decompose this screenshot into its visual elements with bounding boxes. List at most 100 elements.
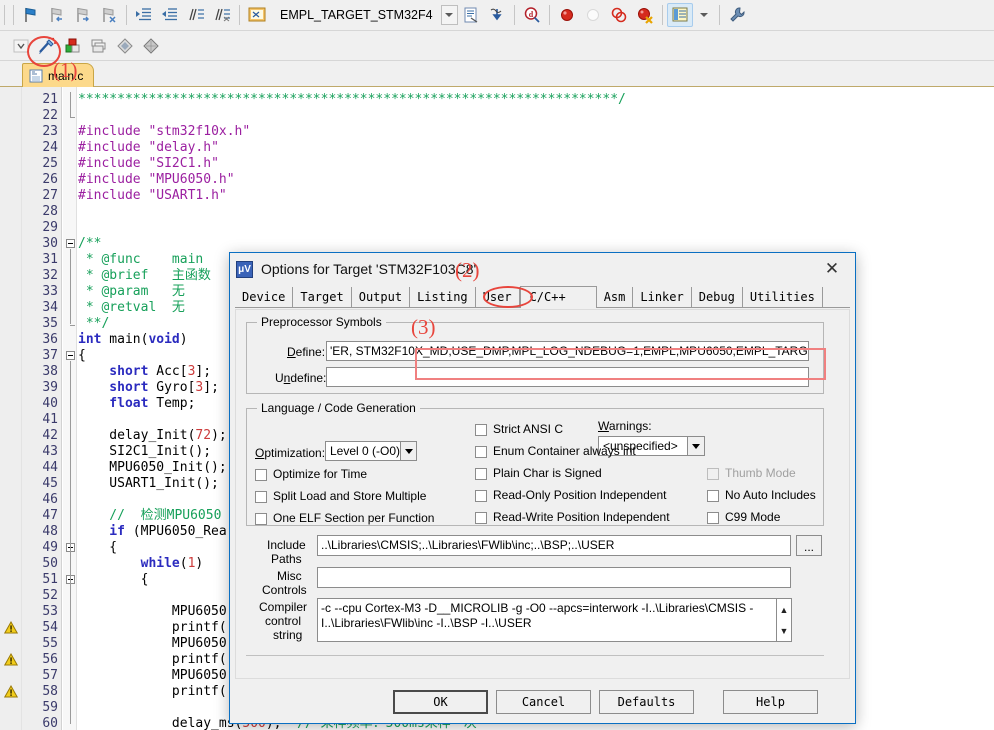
uncomment-icon[interactable] (209, 3, 235, 27)
scroll-up-icon[interactable]: ▲ (777, 599, 791, 620)
code-line[interactable]: SI2C1_Init(); (78, 444, 211, 460)
cancel-button[interactable]: Cancel (496, 690, 591, 714)
chevron-down-icon[interactable] (440, 5, 458, 25)
fold-toggle-icon[interactable] (66, 351, 75, 360)
code-token: ) (195, 556, 204, 571)
code-line[interactable]: * @retval 无 (78, 300, 185, 316)
optimization-select[interactable]: Level 0 (-O0) (325, 441, 417, 461)
indent-left-icon[interactable] (157, 3, 183, 27)
target-selector[interactable]: EMPL_TARGET_STM32F4 (274, 4, 458, 26)
code-line[interactable]: * @param 无 (78, 284, 185, 300)
language-col1-checkbox-0[interactable] (255, 469, 267, 481)
code-line[interactable]: /** (78, 236, 101, 252)
language-col1-checkbox-1[interactable] (255, 491, 267, 503)
bookmark-toggle-icon[interactable] (18, 3, 44, 27)
dialog-tab-utilities[interactable]: Utilities (742, 287, 823, 307)
misc-controls-input[interactable] (317, 567, 791, 588)
dialog-tab-device[interactable]: Device (235, 287, 294, 307)
language-col2-checkbox-1[interactable] (475, 446, 487, 458)
code-line[interactable]: // 检测MPU6050 (78, 508, 221, 524)
code-line[interactable]: #include "MPU6050.h" (78, 172, 235, 188)
target-options-icon[interactable] (244, 3, 270, 27)
dialog-tab-linker[interactable]: Linker (633, 287, 692, 307)
code-line[interactable]: printf( (78, 652, 227, 668)
fold-toggle-icon[interactable] (66, 239, 75, 248)
code-line[interactable]: float Temp; (78, 396, 195, 412)
scroll-down-icon[interactable]: ▼ (777, 620, 791, 641)
code-line[interactable]: #include "delay.h" (78, 140, 219, 156)
breakpoint-kill-all-icon[interactable] (632, 3, 658, 27)
comment-icon[interactable] (183, 3, 209, 27)
dialog-tab-target[interactable]: Target (293, 287, 352, 307)
dialog-title-bar[interactable]: μV Options for Target 'STM32F103C8' ✕ (230, 253, 855, 285)
close-icon[interactable]: ✕ (815, 256, 849, 282)
rebuild-icon[interactable] (138, 34, 164, 58)
project-window-icon[interactable] (666, 3, 693, 27)
defaults-button[interactable]: Defaults (599, 690, 694, 714)
dialog-tab-output[interactable]: Output (351, 287, 411, 307)
code-line[interactable]: { (78, 348, 86, 364)
ok-button[interactable]: OK (393, 690, 488, 714)
code-line[interactable]: * @func main (78, 252, 203, 268)
code-line[interactable]: ****************************************… (78, 92, 626, 108)
project-window-dropdown-icon[interactable] (693, 3, 715, 27)
wrench-icon[interactable] (724, 3, 750, 27)
language-col2-checkbox-2[interactable] (475, 468, 487, 480)
language-col2-checkbox-0[interactable] (475, 424, 487, 436)
language-col3-checkbox-1[interactable] (707, 490, 719, 502)
breakpoint-disable-all-icon[interactable] (606, 3, 632, 27)
code-token: delay_Init( (78, 428, 196, 443)
include-paths-browse-button[interactable]: ... (796, 535, 822, 556)
code-line[interactable]: { (78, 540, 117, 556)
document-tab-strip: main.c (0, 61, 994, 87)
svg-text:d: d (528, 10, 533, 19)
configuration-wizard-icon[interactable] (484, 3, 510, 27)
manage-components-icon[interactable] (458, 3, 484, 27)
breakpoint-insert-icon[interactable] (554, 3, 580, 27)
code-line[interactable]: { (78, 572, 149, 588)
code-line[interactable]: #include "USART1.h" (78, 188, 227, 204)
code-line[interactable]: short Acc[3]; (78, 364, 211, 380)
indent-right-icon[interactable] (131, 3, 157, 27)
compiler-control-scrollbar[interactable]: ▲ ▼ (777, 598, 792, 642)
code-line[interactable]: MPU6050_Init(); (78, 460, 226, 476)
bookmark-clear-icon[interactable] (96, 3, 122, 27)
code-line[interactable]: printf( (78, 620, 227, 636)
code-line[interactable]: #include "SI2C1.h" (78, 156, 219, 172)
code-line[interactable]: int main(void) (78, 332, 188, 348)
code-line[interactable]: **/ (78, 316, 110, 332)
build-target-icon[interactable] (60, 34, 86, 58)
code-line[interactable]: if (MPU6050_Rea (78, 524, 226, 540)
code-line[interactable]: short Gyro[3]; (78, 380, 219, 396)
dialog-tab-debug[interactable]: Debug (691, 287, 743, 307)
code-line[interactable]: printf( (78, 684, 227, 700)
code-line[interactable]: while(1) (78, 556, 204, 572)
bookmark-next-icon[interactable] (70, 3, 96, 27)
code-line[interactable]: * @brief 主函数 (78, 268, 211, 284)
help-button[interactable]: Help (723, 690, 818, 714)
code-line[interactable]: #include "stm32f10x.h" (78, 124, 250, 140)
language-col3-checkbox-2[interactable] (707, 512, 719, 524)
dialog-tab-asm[interactable]: Asm (596, 287, 634, 307)
code-line[interactable]: MPU6050 (78, 604, 227, 620)
language-col2-checkbox-4[interactable] (475, 512, 487, 524)
chevron-down-icon[interactable] (400, 442, 416, 460)
include-paths-input[interactable]: ..\Libraries\CMSIS;..\Libraries\FWlib\in… (317, 535, 791, 556)
breakpoint-enable-icon[interactable] (580, 3, 606, 27)
options-for-target-dialog[interactable]: μV Options for Target 'STM32F103C8' ✕ De… (229, 252, 856, 724)
find-in-files-icon[interactable]: d (519, 3, 545, 27)
chevron-down-icon[interactable] (687, 437, 704, 455)
code-line[interactable]: delay_Init(72); (78, 428, 226, 444)
bookmark-prev-icon[interactable] (44, 3, 70, 27)
language-col1-checkbox-2[interactable] (255, 513, 267, 525)
compiler-control-string-input[interactable]: -c --cpu Cortex-M3 -D__MICROLIB -g -O0 -… (317, 598, 777, 642)
line-number: 49 (42, 540, 58, 555)
batch-build-icon[interactable] (86, 34, 112, 58)
language-col2-checkbox-3[interactable] (475, 490, 487, 502)
dialog-tab-bar[interactable]: Device Target Output Listing User C/C++ Asm Lin… (235, 286, 850, 308)
code-line[interactable]: MPU6050 (78, 668, 227, 684)
dialog-tab-listing[interactable]: Listing (410, 287, 476, 307)
code-line[interactable]: USART1_Init(); (78, 476, 219, 492)
code-line[interactable]: MPU6050 (78, 636, 227, 652)
translate-icon[interactable] (112, 34, 138, 58)
